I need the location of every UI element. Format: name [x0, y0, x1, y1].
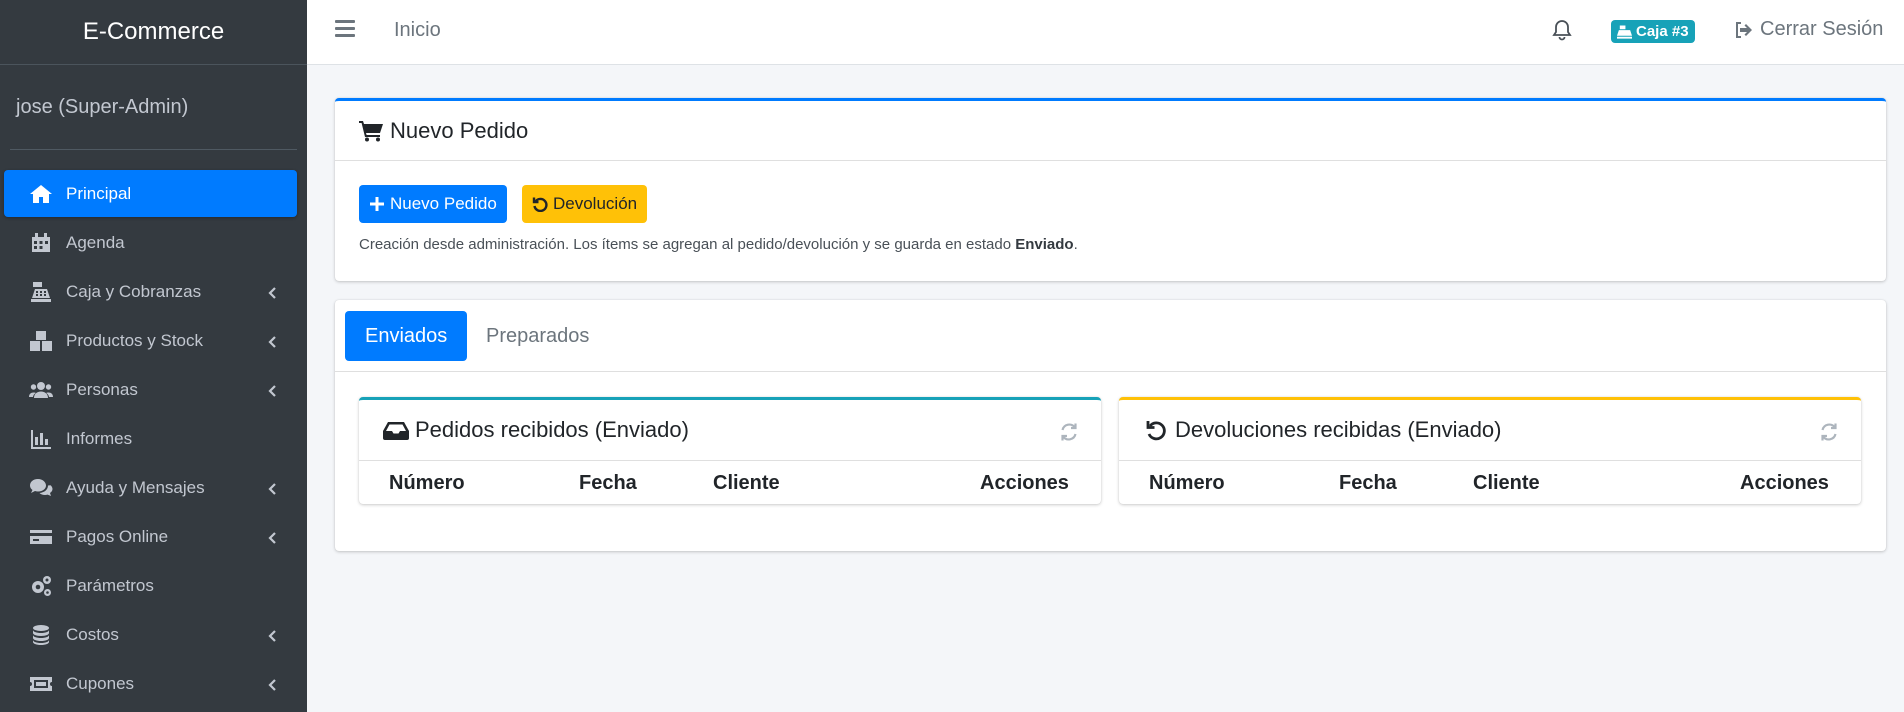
cogs-icon: [28, 573, 54, 599]
chevron-left-icon: [267, 334, 277, 348]
shopping-cart-icon: [359, 120, 383, 141]
chevron-left-icon: [267, 628, 277, 642]
devolucion-button-label: Devolución: [553, 194, 638, 213]
inbox-icon: [383, 419, 409, 441]
sidebar-item-caja-y-cobranzas[interactable]: Caja y Cobranzas: [4, 268, 297, 315]
sidebar-item-label: Caja y Cobranzas: [66, 281, 202, 301]
refresh-icon[interactable]: [1819, 422, 1839, 442]
comments-icon: [28, 475, 54, 501]
user-name[interactable]: jose (Super-Admin): [16, 96, 188, 119]
plus-icon: [370, 197, 384, 211]
sidebar-item-label: Personas: [66, 379, 138, 399]
sidebar-item-label: Productos y Stock: [66, 330, 204, 350]
orders-tabs-card: Enviados Preparados Pedidos recibidos (E…: [335, 300, 1886, 551]
undo-icon: [1143, 419, 1169, 441]
devoluciones-recibidas-header: Devoluciones recibidas (Enviado): [1119, 400, 1861, 461]
sidebar-item-productos-y-stock[interactable]: Productos y Stock: [4, 317, 297, 364]
help-text-suffix: .: [1073, 236, 1078, 253]
sign-out-icon: [1736, 21, 1752, 38]
cash-register-icon: [1617, 24, 1632, 39]
chevron-left-icon: [267, 285, 277, 299]
tabs-header: Enviados Preparados: [335, 300, 1886, 372]
sidebar-item-pagos-online[interactable]: Pagos Online: [4, 513, 297, 560]
help-text-prefix: Creación desde administración. Los ítems…: [359, 236, 1016, 253]
nuevo-pedido-button[interactable]: Nuevo Pedido: [359, 185, 507, 223]
sidebar-item-label: Informes: [66, 428, 133, 448]
coins-icon: [28, 622, 54, 648]
sidebar-item-label: Parámetros: [66, 575, 154, 595]
brand-link[interactable]: E-Commerce: [0, 0, 307, 65]
column-cliente[interactable]: Cliente: [1473, 472, 1540, 495]
chevron-left-icon: [267, 530, 277, 544]
tab-enviados[interactable]: Enviados: [345, 311, 468, 361]
sidebar-item-costos[interactable]: Costos: [4, 611, 297, 658]
boxes-icon: [28, 328, 54, 354]
logout-label: Cerrar Sesión: [1760, 18, 1884, 40]
chevron-left-icon: [267, 677, 277, 691]
column-fecha[interactable]: Fecha: [579, 472, 637, 495]
column-acciones: Acciones: [1740, 472, 1829, 494]
sidebar-item-agenda[interactable]: Agenda: [4, 219, 297, 266]
cash-register-icon: [28, 279, 54, 305]
sidebar-item-label: Agenda: [66, 232, 125, 252]
top-navbar: Inicio Caja #3 Cerrar Sesión: [307, 0, 1904, 65]
column-acciones: Acciones: [980, 472, 1069, 494]
ticket-icon: [28, 671, 54, 697]
users-icon: [28, 377, 54, 403]
user-panel: jose (Super-Admin): [10, 65, 297, 150]
devoluciones-table-header: Número Fecha Cliente Acciones: [1119, 461, 1861, 504]
pedidos-recibidos-card: Pedidos recibidos (Enviado) Número Fecha…: [359, 397, 1101, 504]
sidebar-item-ayuda-y-mensajes[interactable]: Ayuda y Mensajes: [4, 464, 297, 511]
column-fecha[interactable]: Fecha: [1339, 472, 1397, 495]
devoluciones-recibidas-title: Devoluciones recibidas (Enviado): [1175, 417, 1502, 442]
sidebar-item-label: Principal: [66, 183, 132, 203]
sidebar-item-label: Cupones: [66, 673, 135, 693]
chart-bar-icon: [28, 426, 54, 452]
nuevo-pedido-button-label: Nuevo Pedido: [390, 194, 497, 213]
pedidos-table-header: Número Fecha Cliente Acciones: [359, 461, 1101, 504]
devoluciones-recibidas-card: Devoluciones recibidas (Enviado) Número …: [1119, 397, 1861, 504]
pedidos-recibidos-header: Pedidos recibidos (Enviado): [359, 400, 1101, 461]
caja-badge[interactable]: Caja #3: [1611, 20, 1695, 43]
home-icon: [28, 181, 54, 207]
caja-badge-label: Caja #3: [1636, 23, 1689, 40]
sidebar-item-label: Ayuda y Mensajes: [66, 477, 205, 497]
chevron-left-icon: [267, 383, 277, 397]
chevron-left-icon: [267, 481, 277, 495]
logout-link[interactable]: Cerrar Sesión: [1734, 18, 1883, 41]
nuevo-pedido-card: Nuevo Pedido Nuevo Pedido Devolución Cre…: [335, 98, 1886, 281]
column-cliente[interactable]: Cliente: [713, 472, 780, 495]
sidebar-item-label: Pagos Online: [66, 526, 169, 546]
home-link[interactable]: Inicio: [394, 19, 441, 42]
credit-card-icon: [28, 524, 54, 550]
refresh-icon[interactable]: [1059, 422, 1079, 442]
sidebar-nav: Principal Agenda Caja y Cobranzas Produc…: [4, 170, 297, 709]
help-text-status: Enviado: [1015, 236, 1074, 253]
sidebar: E-Commerce jose (Super-Admin) Principal …: [0, 0, 307, 712]
card-title: Nuevo Pedido: [390, 117, 529, 143]
sidebar-item-personas[interactable]: Personas: [4, 366, 297, 413]
column-numero[interactable]: Número: [389, 472, 465, 495]
tab-preparados[interactable]: Preparados: [466, 311, 609, 361]
bell-icon[interactable]: [1552, 19, 1574, 41]
sidebar-item-informes[interactable]: Informes: [4, 415, 297, 462]
help-text: Creación desde administración. Los ítems…: [359, 236, 1078, 253]
column-numero[interactable]: Número: [1149, 472, 1225, 495]
hamburger-menu-icon[interactable]: [335, 20, 355, 40]
brand-text: E-Commerce: [82, 18, 225, 45]
sidebar-item-parametros[interactable]: Parámetros: [4, 562, 297, 609]
calendar-icon: [28, 230, 54, 256]
sidebar-item-principal[interactable]: Principal: [4, 170, 297, 217]
undo-icon: [532, 197, 548, 212]
sidebar-item-label: Costos: [66, 624, 119, 644]
pedidos-recibidos-title: Pedidos recibidos (Enviado): [415, 417, 689, 442]
devolucion-button[interactable]: Devolución: [522, 185, 648, 223]
sidebar-item-cupones[interactable]: Cupones: [4, 660, 297, 707]
nuevo-pedido-header: Nuevo Pedido: [335, 101, 1886, 161]
